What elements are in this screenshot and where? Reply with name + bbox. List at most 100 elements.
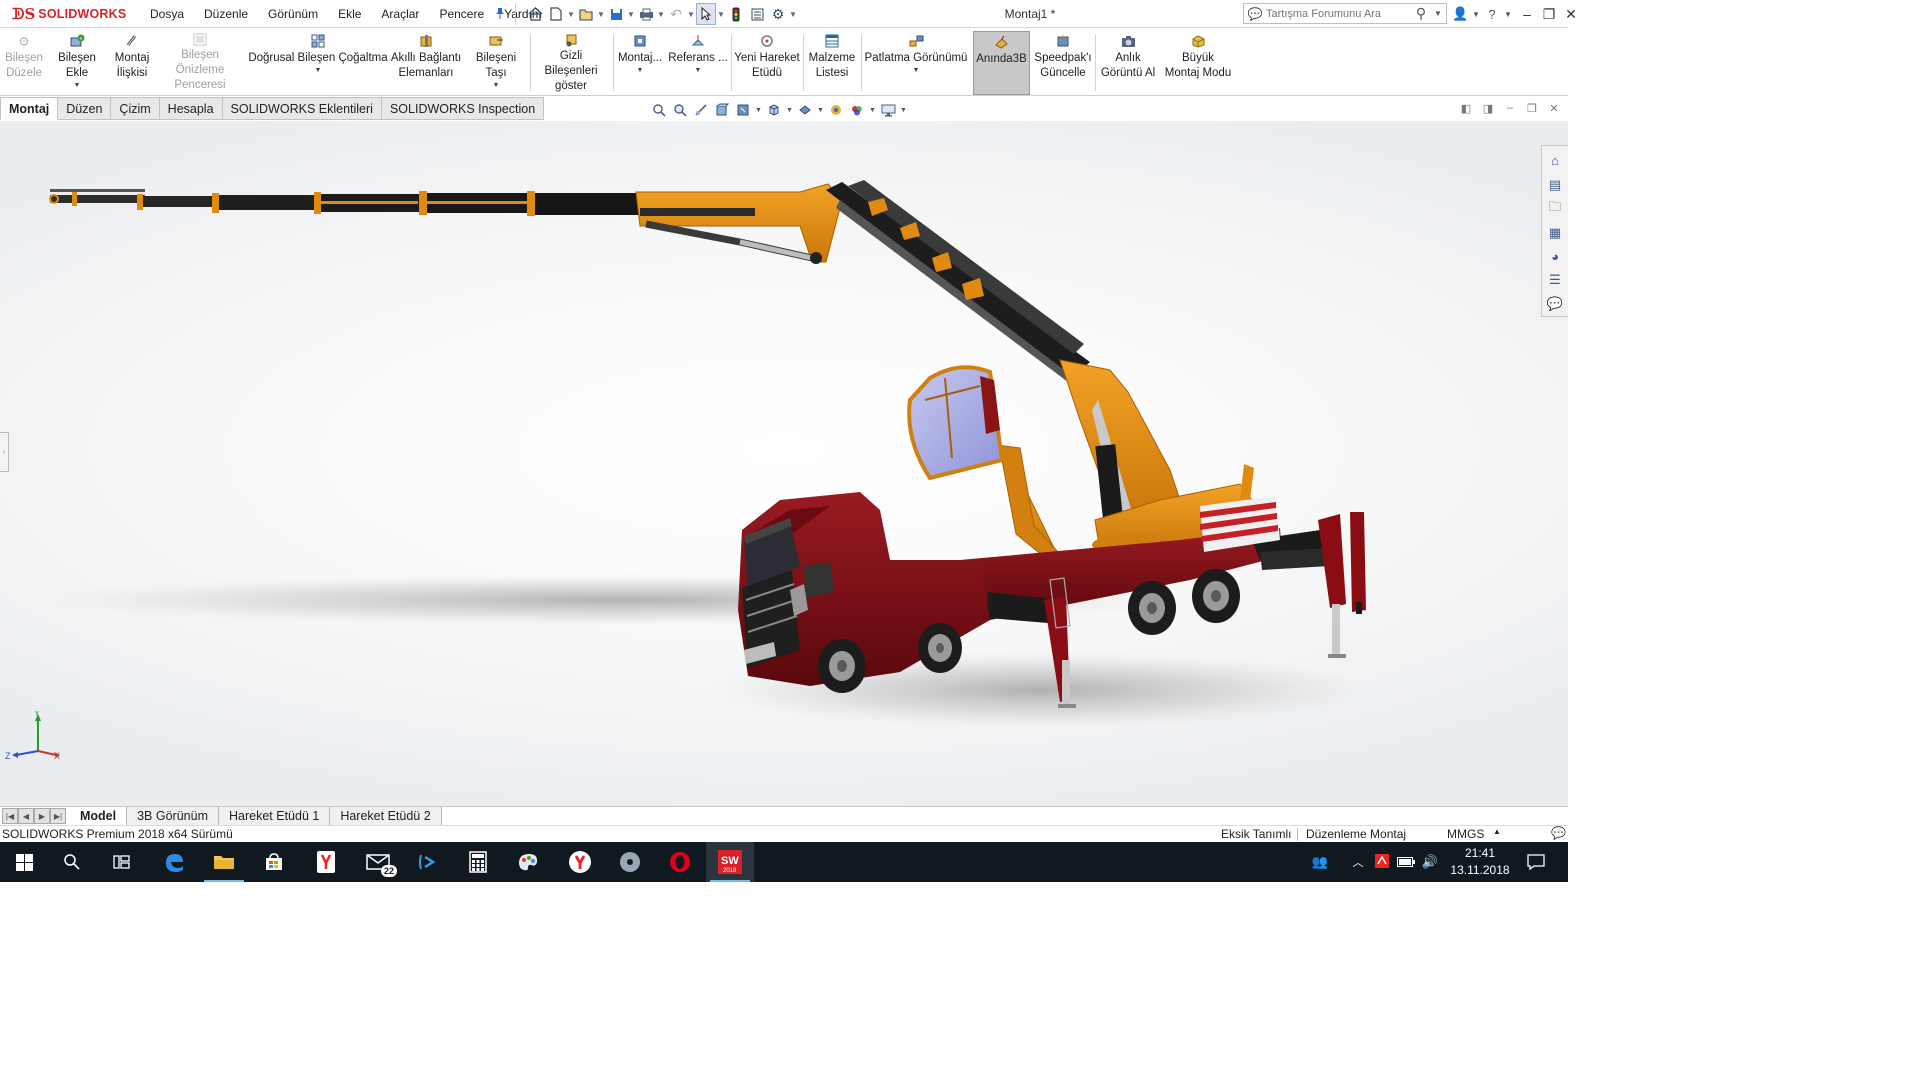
first-tab-icon[interactable]: |◀ (2, 808, 18, 824)
edit-appearance-icon[interactable] (848, 101, 866, 119)
crane-truck-model[interactable] (0, 121, 1568, 806)
chevron-down-icon[interactable]: ▼ (74, 81, 81, 91)
tab-layout[interactable]: Düzen (58, 97, 112, 120)
restore-icon[interactable]: ❐ (1538, 6, 1560, 23)
file-explorer-icon[interactable] (200, 842, 248, 882)
minimize-icon[interactable]: – (1516, 6, 1538, 22)
chevron-down-icon[interactable]: ▼ (315, 66, 322, 76)
tab-inspection[interactable]: SOLIDWORKS Inspection (381, 97, 545, 120)
show-hidden-components-button[interactable]: Gizli Bileşenleri göster (532, 33, 610, 93)
tile-right-icon[interactable]: ◨ (1480, 102, 1496, 115)
user-account-icon[interactable]: 👤 (1452, 6, 1468, 22)
search-icon[interactable] (48, 842, 96, 882)
tab-addins[interactable]: SOLIDWORKS Eklentileri (222, 97, 382, 120)
search-dropdown-icon[interactable]: ▼ (1432, 9, 1444, 18)
volume-icon[interactable]: 🔊 (1418, 854, 1442, 870)
calculator-icon[interactable] (454, 842, 502, 882)
file-properties-icon[interactable] (747, 3, 767, 25)
instant3d-button[interactable]: Anında3B (973, 31, 1030, 95)
solidworks-resources-icon[interactable]: ⌂ (1544, 149, 1566, 173)
menu-insert[interactable]: Ekle (328, 0, 371, 28)
restore-document-icon[interactable]: ❐ (1524, 102, 1540, 115)
view-orientation-icon[interactable] (765, 101, 783, 119)
tab-motion-study-1[interactable]: Hareket Etüdü 1 (218, 807, 331, 826)
opera-browser-icon[interactable] (656, 842, 704, 882)
undo-dropdown-icon[interactable]: ▼ (687, 3, 695, 25)
menu-view[interactable]: Görünüm (258, 0, 328, 28)
paint-3d-icon[interactable] (504, 842, 552, 882)
chevron-down-icon[interactable]: ▼ (695, 66, 702, 76)
new-motion-study-button[interactable]: Yeni Hareket Etüdü (733, 33, 801, 93)
move-component-button[interactable]: Bileşeni Taşı ▼ (464, 33, 528, 93)
new-dropdown-icon[interactable]: ▼ (567, 3, 575, 25)
options-dropdown-icon[interactable]: ▼ (789, 3, 797, 25)
options-gear-icon[interactable]: ⚙ (768, 3, 788, 25)
large-assembly-mode-button[interactable]: Büyük Montaj Modu (1161, 33, 1235, 93)
chevron-down-icon[interactable]: ▼ (817, 107, 824, 114)
menu-edit[interactable]: Düzenle (194, 0, 258, 28)
tab-sketch[interactable]: Çizim (111, 97, 160, 120)
custom-properties-icon[interactable]: ☰ (1544, 268, 1566, 292)
chevron-up-icon[interactable]: ▲ (1493, 827, 1501, 836)
solidworks-forum-icon[interactable]: 💬 (1544, 292, 1566, 316)
chevron-down-icon[interactable]: ▼ (869, 107, 876, 114)
tab-model[interactable]: Model (70, 807, 128, 826)
yandex-browser-icon[interactable] (556, 842, 604, 882)
menu-window[interactable]: Pencere (429, 0, 494, 28)
insert-component-button[interactable]: + Bileşen Ekle ▼ (46, 33, 108, 93)
open-dropdown-icon[interactable]: ▼ (597, 3, 605, 25)
dvd-player-icon[interactable] (606, 842, 654, 882)
menu-file[interactable]: Dosya (140, 0, 194, 28)
open-folder-icon[interactable] (576, 3, 596, 25)
chevron-down-icon[interactable]: ▼ (637, 66, 644, 76)
mate-button[interactable]: Montaj İlişkisi (110, 33, 154, 93)
dynamic-annotation-icon[interactable] (734, 101, 752, 119)
chevron-up-icon[interactable]: ︿ (1346, 854, 1370, 870)
chevron-down-icon[interactable]: ▼ (493, 81, 500, 91)
solidworks-logo[interactable]: ᗫS SOLIDWORKS (0, 0, 130, 28)
people-icon[interactable]: 👥 (1308, 854, 1332, 870)
display-style-icon[interactable] (796, 101, 814, 119)
component-preview-button[interactable]: Bileşen Önizleme Penceresi (156, 33, 244, 93)
save-icon[interactable] (606, 3, 626, 25)
select-pointer-icon[interactable] (696, 3, 716, 25)
design-library-icon[interactable]: ▤ (1544, 173, 1566, 197)
windows-start-button[interactable] (0, 842, 48, 882)
file-explorer-icon[interactable]: 🗀 (1544, 197, 1566, 221)
exploded-view-button[interactable]: Patlatma Görünümü ▼ (863, 33, 969, 93)
last-tab-icon[interactable]: ▶| (50, 808, 66, 824)
home-icon[interactable] (525, 3, 545, 25)
update-speedpak-button[interactable]: Speedpak'ı Güncelle (1033, 33, 1093, 93)
hide-show-items-icon[interactable] (827, 101, 845, 119)
view-palette-icon[interactable]: ▦ (1544, 221, 1566, 245)
linear-pattern-button[interactable]: Doğrusal Bileşen Çoğaltma ▼ (248, 33, 388, 93)
smart-fasteners-button[interactable]: Akıllı Bağlantı Elemanları (390, 33, 462, 93)
task-view-icon[interactable] (98, 842, 146, 882)
print-icon[interactable] (636, 3, 656, 25)
appearances-icon[interactable]: ◕ (1544, 244, 1566, 268)
next-tab-icon[interactable]: ▶ (34, 808, 50, 824)
taskbar-clock[interactable]: 21:41 13.11.2018 (1444, 845, 1516, 879)
help-dropdown-icon[interactable]: ▼ (1500, 10, 1516, 19)
solidworks-taskbar-icon[interactable]: SW 2018 (706, 842, 754, 882)
user-dropdown-icon[interactable]: ▼ (1468, 10, 1484, 19)
quick-tips-icon[interactable]: 💬 (1551, 826, 1566, 840)
close-icon[interactable]: ✕ (1560, 6, 1582, 23)
chevron-down-icon[interactable]: ▼ (786, 107, 793, 114)
zoom-to-fit-icon[interactable] (650, 101, 668, 119)
visual-studio-code-icon[interactable] (404, 842, 452, 882)
battery-icon[interactable] (1394, 855, 1418, 870)
prev-tab-icon[interactable]: ◀ (18, 808, 34, 824)
search-input[interactable] (1266, 7, 1410, 20)
rebuild-icon[interactable] (726, 3, 746, 25)
tab-motion-study-2[interactable]: Hareket Etüdü 2 (330, 807, 442, 826)
reference-geometry-button[interactable]: Referans ... ▼ (668, 33, 728, 93)
minimize-document-icon[interactable]: – (1502, 102, 1518, 115)
antivirus-icon[interactable] (1370, 853, 1394, 872)
assembly-features-button[interactable]: Montaj... ▼ (615, 33, 665, 93)
pin-menu-icon[interactable] (493, 6, 507, 20)
zoom-to-area-icon[interactable] (671, 101, 689, 119)
take-snapshot-button[interactable]: Anlık Görüntü Al (1097, 33, 1159, 93)
save-dropdown-icon[interactable]: ▼ (627, 3, 635, 25)
menu-tools[interactable]: Araçlar (371, 0, 429, 28)
